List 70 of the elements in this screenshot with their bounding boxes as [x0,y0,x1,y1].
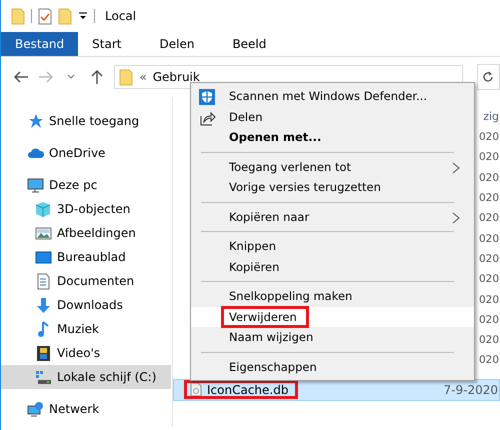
chevron-right-icon [452,162,460,174]
sidebar-item[interactable]: Video's [1,341,171,365]
checklist-icon [38,8,52,24]
refresh-icon [482,71,494,83]
date-cell: 020 [478,273,499,286]
overflow-chevron[interactable]: « [139,70,147,84]
shield-icon [199,89,216,105]
cube-icon [35,200,52,218]
sidebar-item[interactable]: Snelle toegang [1,109,171,133]
folder-icon [58,8,72,24]
date-cell: 020 [478,354,499,366]
ribbon-tab[interactable]: Start [78,32,136,56]
file-name: IconCache.db [207,382,288,397]
share-icon [199,110,216,126]
sidebar-item[interactable]: Bureaublad [1,245,171,269]
menu-item[interactable]: Snelkoppeling maken [191,286,474,306]
menu-item[interactable]: Naam wijzigen [191,327,474,348]
menu-item[interactable]: Openen met... [191,127,474,148]
date-cell: 020 [478,314,499,326]
sidebar-item[interactable]: Netwerk [1,397,171,421]
date-cell: 020 [478,294,499,306]
address-path: Gebruik [152,70,200,84]
sidebar-item[interactable]: Muziek [1,317,171,341]
back-icon[interactable] [12,69,29,85]
sidebar-item[interactable]: Lokale schijf (C:) [1,365,171,389]
menu-item[interactable]: Verwijderen [191,306,474,327]
document-icon [35,272,52,290]
dropdown-icon [78,11,88,21]
menu-item[interactable]: Eigenschappen [191,356,474,377]
image-icon [35,224,52,242]
menu-item[interactable]: Knippen [191,236,474,256]
monitor-icon [35,248,52,266]
window-title: Local [105,9,136,23]
network-icon [27,400,44,418]
date-cell: 020 [478,131,499,144]
date-cell: 020 [478,252,499,265]
column-header[interactable]: zig [483,110,499,122]
film-icon [35,344,52,362]
menu-item[interactable]: Kopiëren naar [191,206,474,227]
folder-icon [11,8,25,24]
chevron-right-icon [452,212,460,224]
date-cell: 020 [478,172,499,184]
sidebar-item[interactable]: Afbeeldingen [1,221,171,245]
date-cell: 020 [478,151,499,164]
ribbon-tab[interactable]: Delen [145,32,208,56]
folder-icon [119,68,134,86]
sidebar-item[interactable]: 3D-objecten [1,197,171,221]
up-icon[interactable] [88,69,105,85]
menu-item[interactable]: Toegang verlenen tot [191,156,474,177]
sidebar-item[interactable]: Downloads [1,293,171,317]
computer-icon [27,176,44,194]
date-cell: 020 [478,212,499,224]
date-cell: 7-9-2020 [444,382,498,397]
menu-item[interactable]: Kopiëren [191,256,474,277]
sidebar-item[interactable]: Deze pc [1,173,171,197]
menu-item[interactable]: Delen [191,106,474,127]
file-icon [190,382,202,398]
sidebar-item[interactable]: OneDrive [1,141,171,165]
down-arrow-icon [35,296,52,314]
menu-item[interactable]: Scannen met Windows Defender... [191,86,474,106]
date-cell: 020 [478,192,499,204]
ribbon-tab[interactable]: Beeld [218,32,280,56]
star-icon [27,112,44,130]
drive-icon [35,368,52,386]
ribbon-tab[interactable]: Bestand [1,32,78,56]
refresh-button[interactable] [476,64,500,90]
date-cell: 020 [478,334,499,346]
menu-item[interactable]: Vorige versies terugzetten [191,177,474,198]
sidebar-item[interactable]: Documenten [1,269,171,293]
date-cell: 020 [478,232,499,245]
